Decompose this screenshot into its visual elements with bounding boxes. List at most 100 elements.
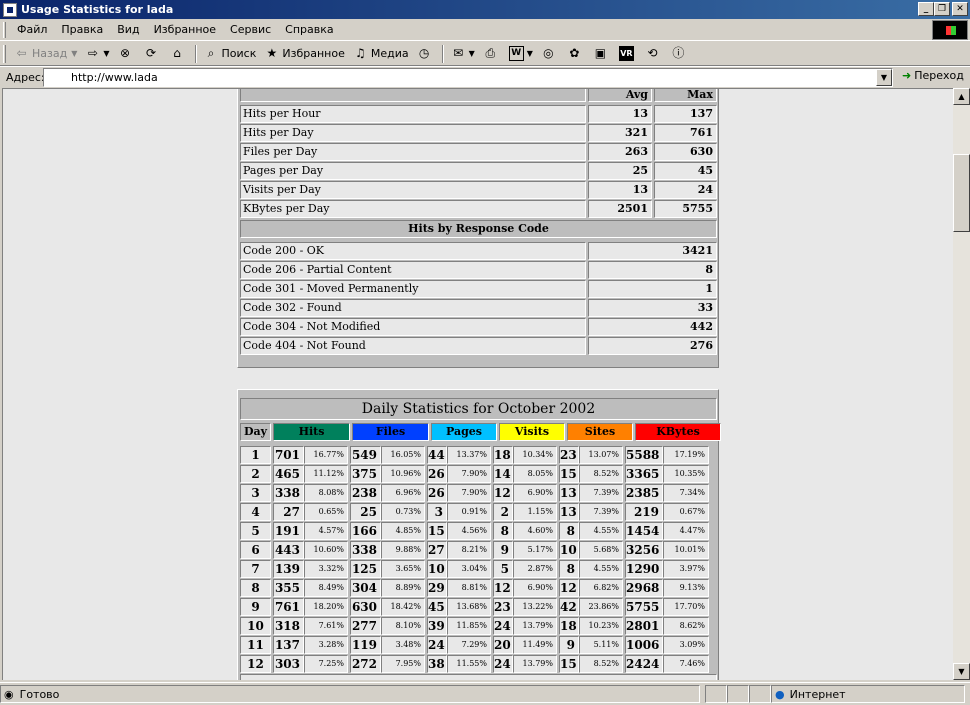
minimize-button[interactable]: _ xyxy=(918,2,934,16)
scroll-thumb[interactable] xyxy=(953,154,970,232)
restore-button[interactable]: ❐ xyxy=(934,2,950,16)
history-button[interactable]: ◷ xyxy=(413,43,439,65)
daily-percent-cell: 10.35% xyxy=(663,465,709,483)
related-button[interactable]: ⟲ xyxy=(641,43,667,65)
daily-percent-cell: 8.05% xyxy=(513,465,557,483)
daily-percent-cell: 7.25% xyxy=(304,655,348,673)
daily-value-cell: 2968 xyxy=(625,579,663,597)
daily-percent-cell: 8.52% xyxy=(579,655,623,673)
print-button[interactable]: ⎙ xyxy=(479,43,505,65)
page-viewport[interactable]: Avg Max Hits per Hour 13 137 Hits per Day 32… xyxy=(2,88,953,680)
info-button[interactable]: ⓘ xyxy=(667,43,693,65)
menu-edit[interactable]: Правка xyxy=(54,23,110,36)
daily-day-cell: 3 xyxy=(240,484,271,502)
summary-row-label: Hits per Hour xyxy=(240,105,586,123)
daily-value-cell: 238 xyxy=(350,484,381,502)
media-button[interactable]: ♫ Медиа xyxy=(349,43,413,65)
daily-day-cell: 2 xyxy=(240,465,271,483)
daily-percent-cell: 10.23% xyxy=(579,617,623,635)
browser-window: Usage Statistics for lada _ ❐ ✕ Файл Пра… xyxy=(0,0,970,705)
menu-help[interactable]: Справка xyxy=(278,23,340,36)
scroll-down-arrow-icon[interactable]: ▼ xyxy=(953,663,970,680)
home-icon: ⌂ xyxy=(173,46,181,60)
daily-value-cell: 9 xyxy=(559,636,579,654)
daily-value-cell: 137 xyxy=(273,636,304,654)
daily-percent-cell: 10.96% xyxy=(381,465,425,483)
daily-value-cell: 8 xyxy=(493,522,513,540)
daily-value-cell: 13 xyxy=(559,484,579,502)
daily-value-cell: 1006 xyxy=(625,636,663,654)
address-dropdown-icon[interactable]: ▼ xyxy=(876,69,892,86)
avg-header: Avg xyxy=(588,89,652,102)
mail-dropdown-icon[interactable]: ▼ xyxy=(469,49,475,58)
response-code-label: Code 301 - Moved Permanently xyxy=(240,280,586,298)
address-input[interactable]: http://www.lada ▼ xyxy=(43,68,893,87)
go-button[interactable]: ➜ Переход xyxy=(902,69,964,82)
daily-percent-cell: 17.70% xyxy=(663,598,709,616)
response-code-value: 442 xyxy=(588,318,717,336)
page-icon xyxy=(47,71,61,85)
daily-percent-cell: 13.68% xyxy=(447,598,491,616)
back-button[interactable]: ⇦ Назад ▼ xyxy=(10,43,81,65)
daily-value-cell: 10 xyxy=(427,560,447,578)
menu-view[interactable]: Вид xyxy=(110,23,146,36)
back-dropdown-icon[interactable]: ▼ xyxy=(71,49,77,58)
daily-value-cell: 219 xyxy=(625,503,663,521)
daily-value-cell: 701 xyxy=(273,446,304,464)
scroll-up-arrow-icon[interactable]: ▲ xyxy=(953,88,970,105)
stop-button[interactable]: ⊗ xyxy=(114,43,140,65)
home-button[interactable]: ⌂ xyxy=(166,43,192,65)
menu-tools[interactable]: Сервис xyxy=(223,23,278,36)
daily-day-cell: 7 xyxy=(240,560,271,578)
summary-row-max: 5755 xyxy=(654,200,717,218)
daily-value-cell: 23 xyxy=(559,446,579,464)
daily-value-cell: 272 xyxy=(350,655,381,673)
vr-button[interactable]: VR xyxy=(615,43,641,65)
daily-value-cell: 761 xyxy=(273,598,304,616)
daily-percent-cell: 8.10% xyxy=(381,617,425,635)
daily-percent-cell: 5.17% xyxy=(513,541,557,559)
response-code-value: 3421 xyxy=(588,242,717,260)
daily-percent-cell: 4.85% xyxy=(381,522,425,540)
mail-icon: ✉ xyxy=(453,46,464,60)
research-button[interactable]: ▣ xyxy=(589,43,615,65)
favorites-button[interactable]: ★ Избранное xyxy=(260,43,348,65)
daily-percent-cell: 13.79% xyxy=(513,655,557,673)
daily-value-cell: 375 xyxy=(350,465,381,483)
refresh-button[interactable]: ⟳ xyxy=(140,43,166,65)
daily-value-cell: 12 xyxy=(493,484,513,502)
menu-favorites[interactable]: Избранное xyxy=(147,23,223,36)
daily-percent-cell: 3.65% xyxy=(381,560,425,578)
summary-blank-header xyxy=(240,89,586,102)
summary-row-max: 137 xyxy=(654,105,717,123)
daily-percent-cell: 11.85% xyxy=(447,617,491,635)
discuss-button[interactable]: ◎ xyxy=(537,43,563,65)
messenger-icon: ✿ xyxy=(569,46,580,60)
daily-value-cell: 166 xyxy=(350,522,381,540)
close-button[interactable]: ✕ xyxy=(952,2,968,16)
daily-value-cell: 3 xyxy=(427,503,447,521)
edit-dropdown-icon[interactable]: ▼ xyxy=(527,49,533,58)
daily-percent-cell: 7.61% xyxy=(304,617,348,635)
daily-percent-cell: 4.57% xyxy=(304,522,348,540)
search-button[interactable]: ⌕ Поиск xyxy=(200,43,261,65)
address-label: Адрес: xyxy=(6,71,45,84)
forward-dropdown-icon[interactable]: ▼ xyxy=(103,49,109,58)
daily-value-cell: 8 xyxy=(559,522,579,540)
mail-button[interactable]: ✉ ▼ xyxy=(447,43,479,65)
forward-button[interactable]: ⇨ ▼ xyxy=(81,43,113,65)
daily-percent-cell: 3.09% xyxy=(663,636,709,654)
menu-file[interactable]: Файл xyxy=(10,23,54,36)
daily-value-cell: 125 xyxy=(350,560,381,578)
daily-percent-cell: 8.89% xyxy=(381,579,425,597)
messenger-button[interactable]: ✿ xyxy=(563,43,589,65)
edit-button[interactable]: W ▼ xyxy=(505,43,537,65)
daily-header-files: Files xyxy=(352,423,429,441)
daily-value-cell: 277 xyxy=(350,617,381,635)
summary-row-avg: 25 xyxy=(588,162,652,180)
title-bar[interactable]: Usage Statistics for lada _ ❐ ✕ xyxy=(0,0,970,19)
standard-toolbar: ⇦ Назад ▼ ⇨ ▼ ⊗ ⟳ ⌂ ⌕ Поиск ★ Избранное … xyxy=(0,42,970,66)
vertical-scrollbar[interactable]: ▲ ▼ xyxy=(953,88,970,680)
daily-percent-cell: 13.37% xyxy=(447,446,491,464)
daily-percent-cell: 16.05% xyxy=(381,446,425,464)
